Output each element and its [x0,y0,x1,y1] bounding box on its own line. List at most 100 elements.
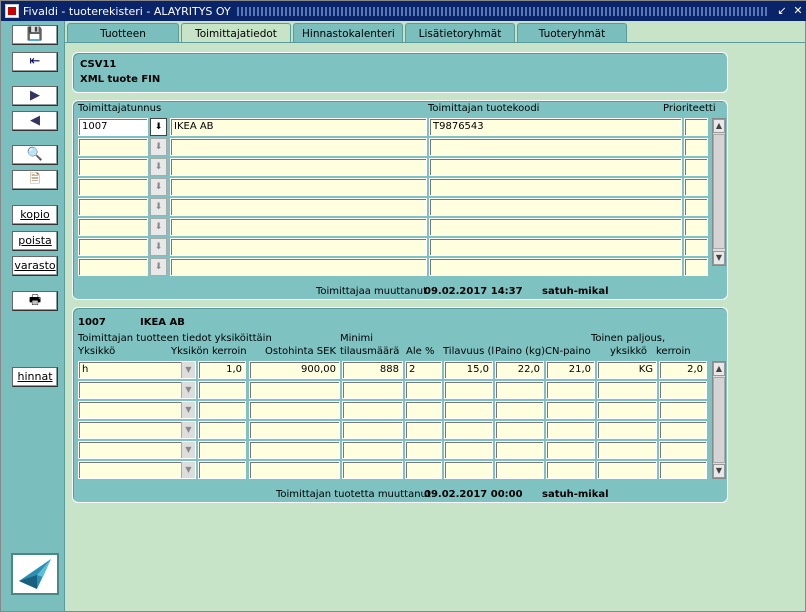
priority-field[interactable] [684,198,708,216]
discount-field[interactable]: 2 [405,361,442,379]
unit-factor-field[interactable] [198,461,246,479]
dropdown-arrow-icon[interactable]: ⬇ [150,158,167,176]
unit-select[interactable]: ▼ [78,381,196,399]
scroll-thumb[interactable] [713,377,725,463]
scroll-up-icon[interactable]: ▲ [713,362,725,376]
cn-weight-field[interactable] [546,461,595,479]
other-factor-field[interactable] [659,461,707,479]
scroll-thumb[interactable] [713,134,725,249]
unit-factor-field[interactable]: 1,0 [198,361,246,379]
prices-button[interactable]: hinnat [12,367,58,387]
priority-field[interactable] [684,158,708,176]
volume-field[interactable]: 15,0 [444,361,493,379]
chevron-down-icon[interactable]: ▼ [181,462,195,478]
chevron-down-icon[interactable]: ▼ [181,382,195,398]
volume-field[interactable] [444,461,493,479]
dropdown-arrow-icon[interactable]: ⬇ [150,198,167,216]
cn-weight-field[interactable] [546,381,595,399]
units-scrollbar[interactable]: ▲ ▼ [712,361,726,479]
chevron-down-icon[interactable]: ▼ [181,362,195,378]
priority-field[interactable] [684,218,708,236]
print-button[interactable]: 🖶 [12,291,58,311]
unit-factor-field[interactable] [198,401,246,419]
tab-supplier-info[interactable]: Toimittajatiedot [181,23,291,44]
chevron-down-icon[interactable]: ▼ [181,402,195,418]
discount-field[interactable] [405,401,442,419]
unit-select[interactable]: h ▼ [78,361,196,379]
purchase-price-field[interactable] [249,461,340,479]
restore-icon[interactable]: ↙ [775,4,789,18]
weight-field[interactable]: 22,0 [495,361,544,379]
other-factor-field[interactable] [659,401,707,419]
close-icon[interactable]: ✕ [791,4,805,18]
other-unit-field[interactable] [597,461,657,479]
cn-weight-field[interactable] [546,401,595,419]
volume-field[interactable] [444,381,493,399]
chevron-down-icon[interactable]: ▼ [181,422,195,438]
search-button[interactable]: 🔍 [12,145,58,165]
copy-button[interactable]: kopio [12,205,58,225]
save-button[interactable]: 💾 [12,25,58,45]
supplier-product-code-field[interactable]: T9876543 [429,118,682,136]
purchase-price-field[interactable] [249,441,340,459]
weight-field[interactable] [495,441,544,459]
delete-button[interactable]: poista [12,231,58,251]
volume-field[interactable] [444,421,493,439]
new-record-button[interactable]: 🗎 [12,170,58,190]
previous-record-button[interactable]: ◀ [12,111,58,131]
min-qty-field[interactable] [342,381,403,399]
next-record-button[interactable]: ▶ [12,86,58,106]
min-qty-field[interactable] [342,401,403,419]
supplier-product-code-field[interactable] [429,218,682,236]
supplier-id-field[interactable] [78,258,148,276]
other-unit-field[interactable] [597,401,657,419]
unit-select[interactable]: ▼ [78,421,196,439]
other-unit-field[interactable] [597,441,657,459]
other-factor-field[interactable] [659,421,707,439]
discount-field[interactable] [405,381,442,399]
exit-button[interactable]: ⇤ [12,52,58,72]
unit-select[interactable]: ▼ [78,441,196,459]
unit-factor-field[interactable] [198,421,246,439]
supplier-product-code-field[interactable] [429,138,682,156]
priority-field[interactable] [684,238,708,256]
scroll-down-icon[interactable]: ▼ [713,251,725,265]
dropdown-arrow-icon[interactable]: ⬇ [150,118,167,136]
dropdown-arrow-icon[interactable]: ⬇ [150,178,167,196]
scroll-down-icon[interactable]: ▼ [713,464,725,478]
supplier-product-code-field[interactable] [429,238,682,256]
unit-factor-field[interactable] [198,441,246,459]
discount-field[interactable] [405,441,442,459]
min-qty-field[interactable]: 888 [342,361,403,379]
warehouse-button[interactable]: varasto [12,256,58,276]
tab-price-calendar[interactable]: Hinnastokalenteri [293,23,403,43]
supplier-id-field[interactable] [78,138,148,156]
priority-field[interactable] [684,118,708,136]
cn-weight-field[interactable] [546,441,595,459]
discount-field[interactable] [405,421,442,439]
supplier-id-field[interactable]: 1007 [78,118,148,136]
discount-field[interactable] [405,461,442,479]
priority-field[interactable] [684,138,708,156]
suppliers-scrollbar[interactable]: ▲ ▼ [712,118,726,266]
tab-product-basics[interactable]: Tuotteen perustiedot [67,23,179,60]
dropdown-arrow-icon[interactable]: ⬇ [150,218,167,236]
tab-product-groups[interactable]: Tuoteryhmät [517,23,627,43]
other-unit-field[interactable] [597,421,657,439]
supplier-product-code-field[interactable] [429,178,682,196]
volume-field[interactable] [444,401,493,419]
volume-field[interactable] [444,441,493,459]
min-qty-field[interactable] [342,461,403,479]
tab-additional-groups[interactable]: Lisätietoryhmät [405,23,515,43]
supplier-product-code-field[interactable] [429,158,682,176]
cn-weight-field[interactable]: 21,0 [546,361,595,379]
chevron-down-icon[interactable]: ▼ [181,442,195,458]
weight-field[interactable] [495,461,544,479]
purchase-price-field[interactable]: 900,00 [249,361,340,379]
other-unit-field[interactable] [597,381,657,399]
supplier-id-field[interactable] [78,178,148,196]
supplier-product-code-field[interactable] [429,198,682,216]
supplier-id-field[interactable] [78,158,148,176]
supplier-product-code-field[interactable] [429,258,682,276]
supplier-id-field[interactable] [78,238,148,256]
